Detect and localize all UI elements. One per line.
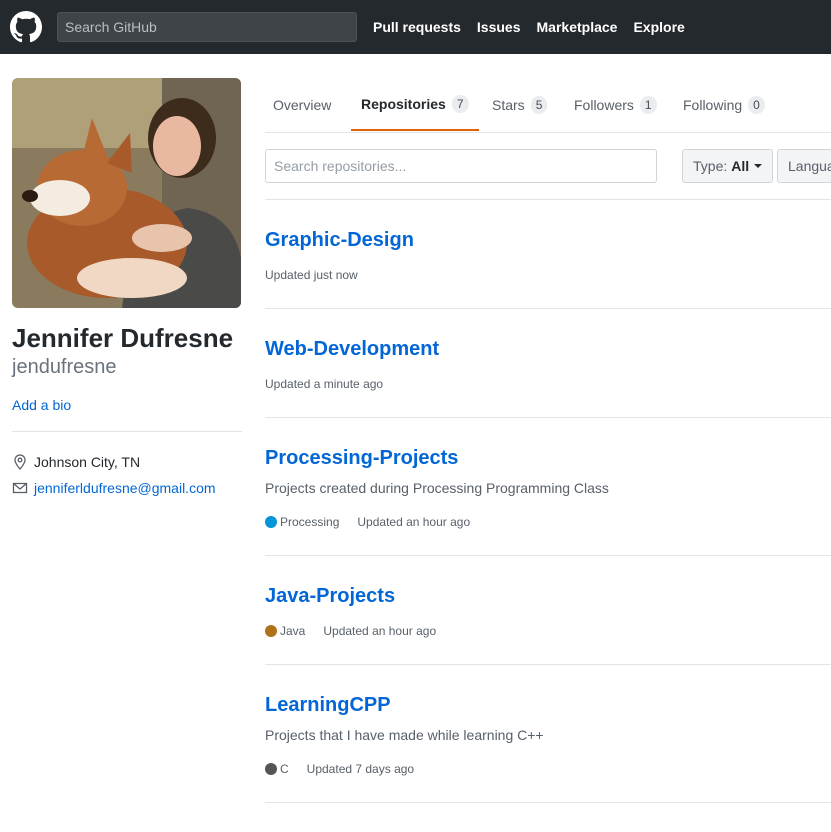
- tab-counter: 0: [748, 96, 765, 114]
- list-item: Web-Development Updated a minute ago: [265, 338, 831, 391]
- repo-meta: Processing Updated an hour ago: [265, 515, 470, 529]
- repo-language-name: Java: [280, 624, 306, 638]
- list-item: Processing-Projects Projects created dur…: [265, 447, 831, 529]
- repo-name-link[interactable]: Processing-Projects: [265, 447, 458, 470]
- location-detail: Johnson City, TN: [12, 454, 140, 470]
- repo-meta: Updated a minute ago: [265, 377, 383, 391]
- language-filter-button[interactable]: Langua: [777, 149, 831, 183]
- email-link[interactable]: jenniferldufresne@gmail.com: [34, 480, 216, 496]
- tab-label: Followers: [574, 97, 634, 113]
- tab-label: Overview: [273, 97, 332, 113]
- repo-name-link[interactable]: Graphic-Design: [265, 229, 414, 252]
- language-color-dot: [265, 625, 277, 637]
- repo-divider: [265, 417, 831, 418]
- repo-updated: Updated 7 days ago: [306, 762, 415, 776]
- tab-followers[interactable]: Followers 1: [574, 78, 657, 132]
- repo-name-link[interactable]: LearningCPP: [265, 694, 391, 717]
- tab-counter: 1: [639, 96, 657, 114]
- list-item: Graphic-Design Updated just now: [265, 229, 831, 282]
- tab-counter: 5: [530, 96, 548, 114]
- profile-name: Jennifer Dufresne: [12, 323, 234, 353]
- nav-marketplace[interactable]: Marketplace: [537, 19, 618, 35]
- tab-counter: 7: [451, 94, 469, 113]
- github-logo-icon[interactable]: [10, 11, 42, 43]
- top-header: Pull requests Issues Marketplace Explore: [0, 0, 831, 54]
- location-text: Johnson City, TN: [34, 454, 141, 470]
- tab-repositories[interactable]: Repositories 7: [351, 78, 479, 131]
- repo-description: Projects that I have made while learning…: [265, 727, 544, 743]
- global-search-input[interactable]: [57, 12, 357, 42]
- repo-updated: Updated just now: [265, 268, 358, 282]
- profile-login: jendufresne: [12, 356, 117, 378]
- language-color-dot: [265, 516, 277, 528]
- mail-icon: [12, 482, 28, 494]
- repo-language-name: C: [280, 762, 289, 776]
- header-nav: Pull requests Issues Marketplace Explore: [373, 0, 701, 54]
- repo-language: C: [265, 762, 289, 776]
- filter-divider: [265, 199, 831, 200]
- type-filter-label: Type:: [693, 158, 728, 174]
- repo-language-name: Processing: [280, 515, 340, 529]
- repo-divider: [265, 802, 831, 803]
- nav-pull-requests[interactable]: Pull requests: [373, 19, 461, 35]
- nav-explore[interactable]: Explore: [633, 19, 684, 35]
- profile-tabs: Overview Repositories 7 Stars 5 Followers 1…: [265, 78, 831, 133]
- tab-label: Repositories: [361, 95, 446, 112]
- repo-description: Projects created during Processing Progr…: [265, 480, 609, 496]
- chevron-down-icon: [754, 164, 763, 168]
- repo-language: Java: [265, 624, 305, 638]
- language-color-dot: [265, 763, 277, 775]
- email-detail: jenniferldufresne@gmail.com: [12, 480, 216, 496]
- language-filter-label: Langua: [788, 158, 831, 174]
- tab-following[interactable]: Following 0: [683, 78, 765, 132]
- repo-meta: C Updated 7 days ago: [265, 762, 414, 776]
- nav-issues[interactable]: Issues: [477, 19, 521, 35]
- tab-label: Following: [683, 97, 743, 113]
- repo-divider: [265, 555, 831, 556]
- repository-search-input[interactable]: [265, 149, 657, 183]
- list-item: Java-Projects Java Updated an hour ago: [265, 585, 831, 638]
- location-pin-icon: [14, 454, 26, 470]
- type-filter-button[interactable]: Type: All: [682, 149, 774, 183]
- avatar[interactable]: [12, 78, 241, 308]
- avatar-photo: [12, 78, 241, 308]
- repo-divider: [265, 308, 831, 309]
- sidebar-divider: [12, 431, 242, 432]
- repo-meta: Java Updated an hour ago: [265, 624, 436, 638]
- tab-stars[interactable]: Stars 5: [492, 78, 548, 132]
- repo-name-link[interactable]: Java-Projects: [265, 585, 395, 608]
- type-filter-value: All: [731, 158, 750, 174]
- repo-divider: [265, 664, 831, 665]
- repo-updated: Updated an hour ago: [357, 515, 471, 529]
- tab-label: Stars: [492, 97, 525, 113]
- repo-updated: Updated an hour ago: [323, 624, 437, 638]
- repo-name-link[interactable]: Web-Development: [265, 338, 439, 361]
- repo-meta: Updated just now: [265, 268, 358, 282]
- repo-language: Processing: [265, 515, 339, 529]
- tab-overview[interactable]: Overview: [273, 78, 331, 132]
- repo-updated: Updated a minute ago: [265, 377, 384, 391]
- list-item: LearningCPP Projects that I have made wh…: [265, 694, 831, 776]
- add-bio-link[interactable]: Add a bio: [12, 397, 71, 413]
